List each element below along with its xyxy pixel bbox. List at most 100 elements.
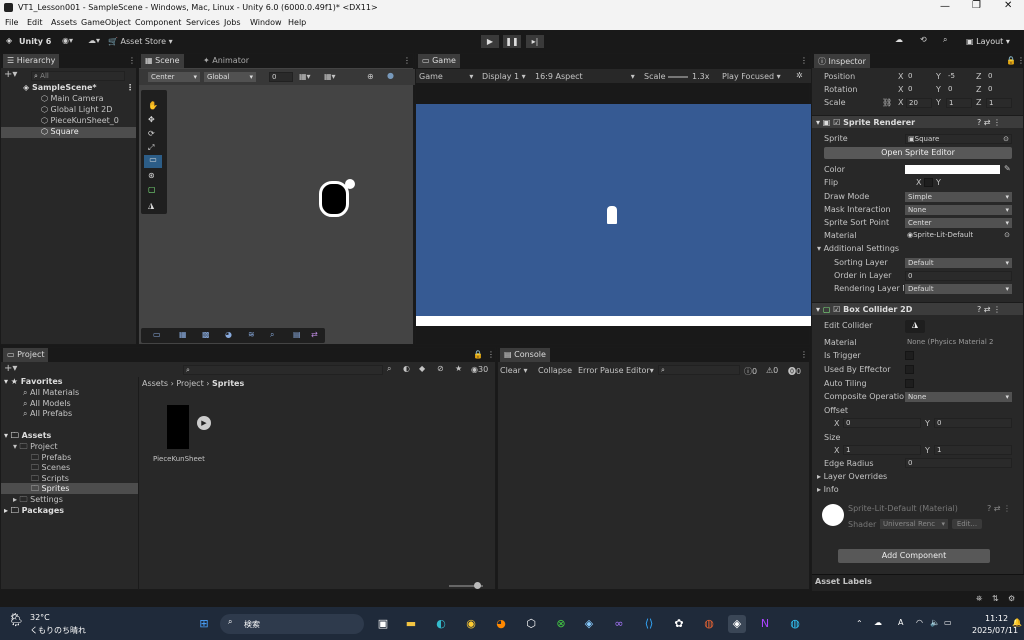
chrome-icon[interactable]: ◉ bbox=[462, 615, 480, 633]
is-trigger-checkbox[interactable] bbox=[905, 351, 914, 360]
packages-foldout[interactable]: ▸ 🗀 Packages bbox=[1, 505, 495, 516]
tab-hierarchy[interactable]: ☰ Hierarchy bbox=[3, 54, 60, 68]
lock-icon[interactable]: 🔒 bbox=[1006, 56, 1016, 65]
component-menu-icon[interactable]: ? ⇄ ⋮ bbox=[977, 303, 1001, 316]
game-mode-dropdown[interactable]: Game ▾ bbox=[419, 72, 473, 81]
scene-row[interactable]: ◈ SampleScene* ⋮ bbox=[1, 83, 136, 94]
tab-game[interactable]: ▭ Game bbox=[418, 54, 460, 68]
editor-dropdown[interactable]: Editor▾ bbox=[626, 366, 654, 375]
snap-input[interactable]: 0 bbox=[269, 72, 293, 82]
composite-dropdown[interactable]: None bbox=[905, 392, 1012, 402]
tab-console[interactable]: ▤ Console bbox=[500, 348, 550, 362]
play-mode-dropdown[interactable]: Play Focused ▾ bbox=[722, 72, 781, 81]
onenote-icon[interactable]: N bbox=[756, 615, 774, 633]
step-button[interactable]: ▸| bbox=[526, 35, 544, 48]
ime-indicator[interactable]: A bbox=[898, 618, 903, 627]
history-icon[interactable]: ⟲ bbox=[920, 35, 927, 44]
cloud-services-icon[interactable]: ☁ bbox=[895, 35, 903, 44]
account-icon[interactable]: ◉▾ bbox=[62, 36, 73, 45]
overlay-tile-icon[interactable]: ▩ bbox=[202, 330, 210, 339]
notification-icon[interactable]: 🔔 bbox=[1012, 618, 1022, 627]
debug-icon[interactable]: ⚙ bbox=[1008, 594, 1015, 603]
used-by-effector-checkbox[interactable] bbox=[905, 365, 914, 374]
weather-icon[interactable]: 🌦 bbox=[8, 613, 25, 628]
sorting-layer-dropdown[interactable]: Default bbox=[905, 258, 1012, 268]
tray-chevron-icon[interactable]: ⌃ bbox=[856, 619, 863, 628]
cloud-icon[interactable]: ☁▾ bbox=[88, 36, 100, 45]
project-search-input[interactable]: ⌕ bbox=[183, 365, 383, 375]
rotation-z-field[interactable]: 0 bbox=[986, 85, 1012, 95]
menu-edit[interactable]: Edit bbox=[27, 18, 43, 27]
auto-tiling-checkbox[interactable] bbox=[905, 379, 914, 388]
shader-dropdown[interactable]: Universal Renc bbox=[880, 519, 948, 529]
firefox-icon[interactable]: ◕ bbox=[492, 615, 510, 633]
explorer-icon[interactable]: ▬ bbox=[402, 615, 420, 633]
minimize-button[interactable]: — bbox=[940, 1, 950, 12]
warning-count[interactable]: ⚠0 bbox=[766, 366, 778, 375]
rotate-tool-icon[interactable]: ⟳ bbox=[148, 129, 155, 138]
menu-file[interactable]: File bbox=[5, 18, 18, 27]
sprite-renderer-header[interactable]: ▾ ▣ ☑ Sprite Renderer? ⇄ ⋮ bbox=[812, 115, 1023, 128]
position-x-field[interactable]: 0 bbox=[906, 72, 932, 82]
favorite-item[interactable]: ⌕ All Prefabs bbox=[1, 409, 495, 420]
layer-overrides-foldout[interactable]: ▸ Layer Overrides bbox=[817, 472, 887, 481]
favorites-foldout[interactable]: ▾ ★ Favorites bbox=[1, 377, 495, 388]
play-asset-icon[interactable]: ▶ bbox=[197, 416, 211, 430]
vscode-icon[interactable]: ⟨⟩ bbox=[640, 615, 658, 633]
search-icon[interactable]: ⌕ bbox=[943, 35, 947, 45]
folder-item-selected[interactable]: 🗀 Sprites bbox=[1, 483, 138, 494]
scale-y-field[interactable]: 1 bbox=[946, 98, 972, 108]
clock-date[interactable]: 2025/07/11 bbox=[972, 626, 1018, 635]
edit-collider-button[interactable]: ◮ bbox=[905, 320, 925, 333]
flip-x-checkbox[interactable] bbox=[924, 178, 933, 187]
eyedropper-icon[interactable]: ✎ bbox=[1004, 164, 1011, 173]
overlay-search-icon[interactable]: ⌕ bbox=[270, 330, 274, 340]
folder-item[interactable]: ▸ 🗀 Settings bbox=[1, 494, 495, 505]
favorite-item[interactable]: ⌕ All Materials bbox=[1, 388, 495, 399]
breadcrumb-item[interactable]: Project bbox=[176, 379, 203, 388]
breadcrumb-item[interactable]: Sprites bbox=[212, 379, 244, 388]
rect-tool-icon[interactable]: ▭ bbox=[144, 155, 162, 168]
add-icon[interactable]: +▾ bbox=[4, 363, 17, 374]
add-icon[interactable]: +▾ bbox=[4, 69, 17, 80]
rotation-x-field[interactable]: 0 bbox=[906, 85, 932, 95]
start-icon[interactable]: ⊞ bbox=[195, 615, 213, 633]
rotation-y-field[interactable]: 0 bbox=[946, 85, 972, 95]
scale-z-field[interactable]: 1 bbox=[986, 98, 1012, 108]
assets-foldout[interactable]: ▾ 🗀 Assets bbox=[1, 430, 495, 441]
collapse-toggle[interactable]: Collapse bbox=[538, 366, 572, 375]
layout-dropdown[interactable]: ▣ Layout ▾ bbox=[966, 37, 1010, 46]
menu-services[interactable]: Services bbox=[186, 18, 220, 27]
size-x-field[interactable]: 1 bbox=[843, 445, 921, 455]
hand-tool-icon[interactable]: ✋ bbox=[148, 101, 158, 110]
more-icon[interactable]: ⋮ bbox=[403, 56, 411, 65]
sort-point-dropdown[interactable]: Center bbox=[905, 218, 1012, 228]
maximize-button[interactable]: ❐ bbox=[972, 0, 981, 11]
menu-component[interactable]: Component bbox=[135, 18, 181, 27]
more-icon[interactable]: ⋮ bbox=[128, 56, 136, 65]
zoom-slider-handle[interactable] bbox=[474, 582, 481, 589]
grid-icon[interactable]: ▦▾ bbox=[299, 72, 311, 81]
lock-icon[interactable]: 🔒 bbox=[473, 350, 483, 359]
hierarchy-item-selected[interactable]: ⬡ Square bbox=[1, 127, 136, 138]
network-icon[interactable]: ⇅ bbox=[992, 594, 999, 603]
unity-editor-icon[interactable]: ◈ bbox=[728, 615, 746, 633]
box-collider-header[interactable]: ▾ ▢ ☑ Box Collider 2D? ⇄ ⋮ bbox=[812, 302, 1023, 315]
more-icon[interactable]: ⋮ bbox=[800, 350, 808, 359]
open-sprite-editor-button[interactable]: Open Sprite Editor bbox=[824, 147, 1012, 159]
material-menu-icon[interactable]: ? ⇄ ⋮ bbox=[987, 504, 1011, 513]
tab-animator[interactable]: ✦ Animator bbox=[199, 54, 254, 68]
tray-cloud-icon[interactable]: ☁ bbox=[874, 618, 882, 627]
globe-app-icon[interactable]: ◍ bbox=[786, 615, 804, 633]
menu-jobs[interactable]: Jobs bbox=[224, 18, 241, 27]
copilot-icon[interactable]: ◈ bbox=[580, 615, 598, 633]
more-icon[interactable]: ⋮ bbox=[1017, 56, 1024, 65]
position-y-field[interactable]: -5 bbox=[946, 72, 972, 82]
offset-y-field[interactable]: 0 bbox=[934, 418, 1012, 428]
material-field[interactable]: ◉Sprite-Lit-Default ⊙ bbox=[905, 231, 1012, 241]
position-z-field[interactable]: 0 bbox=[986, 72, 1012, 82]
asset-store-button[interactable]: 🛒 Asset Store ▾ bbox=[108, 37, 173, 46]
powerpoint-icon[interactable]: ◍ bbox=[700, 615, 718, 633]
tab-inspector[interactable]: ⓘ Inspector bbox=[814, 54, 870, 68]
tab-project[interactable]: ▭ Project bbox=[3, 348, 49, 362]
